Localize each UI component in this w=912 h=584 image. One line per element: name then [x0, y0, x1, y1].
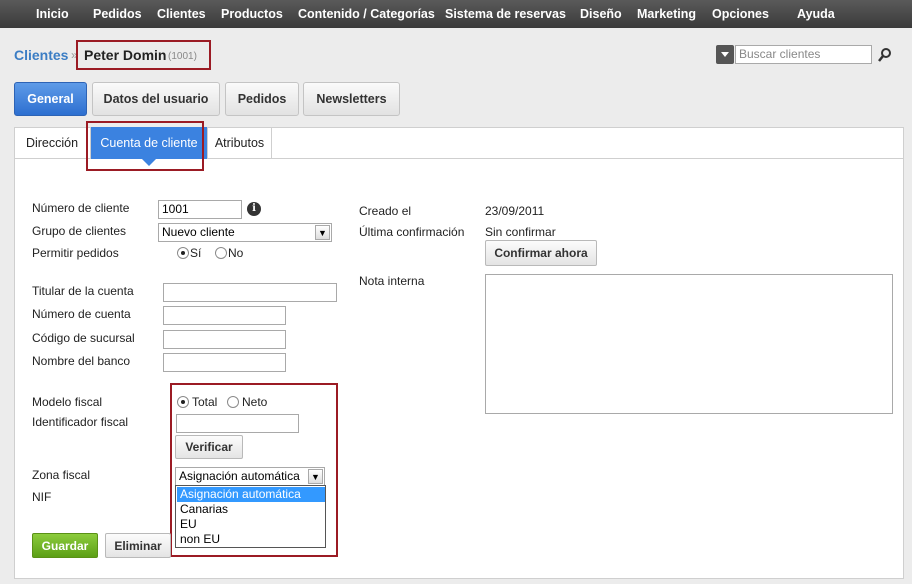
nav-pedidos[interactable]: Pedidos [93, 7, 142, 21]
customer-group-label: Grupo de clientes [32, 224, 127, 238]
internal-note-textarea[interactable] [485, 274, 893, 414]
branch-code-input[interactable] [163, 330, 286, 349]
search-icon[interactable] [877, 47, 893, 63]
tax-model-total-label: Total [192, 395, 218, 409]
account-number-label: Número de cuenta [32, 307, 131, 321]
allow-orders-yes-label: Sí [190, 246, 202, 260]
search-filter-dropdown[interactable] [716, 45, 734, 64]
delete-button[interactable]: Eliminar [105, 533, 171, 558]
customer-id: (1001) [168, 51, 197, 62]
confirm-now-button[interactable]: Confirmar ahora [485, 240, 597, 266]
allow-orders-label: Permitir pedidos [32, 246, 119, 260]
nav-diseno[interactable]: Diseño [580, 7, 622, 21]
customer-group-select[interactable]: Nuevo cliente ▼ [158, 223, 332, 242]
chevron-down-icon: ▼ [308, 469, 323, 484]
nif-label: NIF [32, 490, 52, 504]
bank-name-label: Nombre del banco [32, 354, 131, 368]
bank-name-input[interactable] [163, 353, 286, 372]
tab-general[interactable]: General [14, 82, 87, 116]
highlight-subtab [86, 121, 204, 171]
chevron-down-icon [721, 52, 729, 57]
nav-clientes[interactable]: Clientes [157, 7, 206, 21]
tab-newsletters[interactable]: Newsletters [303, 82, 400, 116]
allow-orders-no-label: No [228, 246, 244, 260]
tax-zone-dropdown-list: Asignación automática Canarias EU non EU [175, 485, 326, 548]
info-icon[interactable]: i [247, 202, 261, 216]
nav-ayuda[interactable]: Ayuda [797, 7, 835, 21]
customer-name: Peter Domin [84, 47, 167, 63]
tax-zone-option[interactable]: EU [177, 517, 325, 532]
subtab-direccion[interactable]: Dirección [14, 127, 91, 159]
internal-note-label: Nota interna [359, 274, 425, 288]
nav-marketing[interactable]: Marketing [637, 7, 696, 21]
nav-opciones[interactable]: Opciones [712, 7, 769, 21]
subtab-atributos[interactable]: Atributos [208, 127, 272, 159]
customer-group-value: Nuevo cliente [162, 225, 235, 239]
tax-model-total-radio[interactable] [177, 396, 189, 408]
verify-button[interactable]: Verificar [175, 435, 243, 459]
account-holder-label: Titular de la cuenta [32, 284, 134, 298]
tab-datos-usuario[interactable]: Datos del usuario [92, 82, 220, 116]
allow-orders-no-radio[interactable] [215, 247, 227, 259]
breadcrumb-clientes-link[interactable]: Clientes [14, 47, 68, 63]
created-label: Creado el [359, 204, 412, 218]
account-holder-input[interactable] [163, 283, 337, 302]
last-confirmation-value: Sin confirmar [485, 225, 556, 239]
customer-number-input[interactable]: 1001 [158, 200, 242, 219]
tax-zone-option[interactable]: Canarias [177, 502, 325, 517]
top-navigation: Inicio Pedidos Clientes Productos Conten… [0, 0, 912, 28]
tax-id-label: Identificador fiscal [32, 415, 129, 429]
search-input[interactable]: Buscar clientes [735, 45, 872, 64]
tax-zone-option[interactable]: Asignación automática [177, 487, 325, 502]
tab-pedidos[interactable]: Pedidos [225, 82, 299, 116]
tax-zone-option[interactable]: non EU [177, 532, 325, 547]
save-button[interactable]: Guardar [32, 533, 98, 558]
tax-model-net-radio[interactable] [227, 396, 239, 408]
created-value: 23/09/2011 [485, 204, 545, 218]
nav-reservas[interactable]: Sistema de reservas [445, 7, 566, 21]
tax-zone-label: Zona fiscal [32, 468, 91, 482]
nav-inicio[interactable]: Inicio [36, 7, 69, 21]
last-confirmation-label: Última confirmación [359, 225, 465, 239]
account-number-input[interactable] [163, 306, 286, 325]
chevron-down-icon: ▼ [315, 225, 330, 240]
tax-zone-value: Asignación automática [179, 469, 300, 483]
nav-contenido[interactable]: Contenido / Categorías [298, 7, 435, 21]
tax-zone-select[interactable]: Asignación automática ▼ [175, 467, 325, 486]
nav-productos[interactable]: Productos [221, 7, 283, 21]
tax-model-net-label: Neto [242, 395, 268, 409]
tax-model-label: Modelo fiscal [32, 395, 103, 409]
branch-code-label: Código de sucursal [32, 331, 135, 345]
allow-orders-yes-radio[interactable] [177, 247, 189, 259]
tax-id-input[interactable] [176, 414, 299, 433]
customer-number-label: Número de cliente [32, 201, 130, 215]
